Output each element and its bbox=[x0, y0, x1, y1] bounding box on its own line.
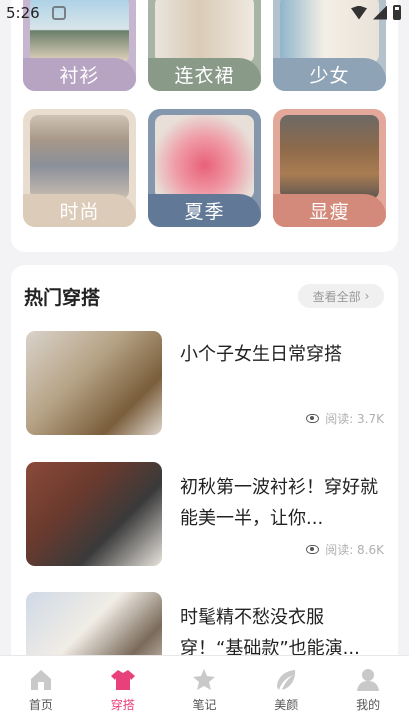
article-thumbnail bbox=[26, 331, 162, 435]
status-time: 5:26 bbox=[6, 4, 40, 22]
category-label: 显瘦 bbox=[273, 194, 386, 227]
article-views: 阅读: 8.6K bbox=[306, 541, 384, 558]
category-grid: 衬衫 连衣裙 少女 时尚 夏季 显瘦 bbox=[11, 0, 398, 252]
article-item[interactable]: 初秋第一波衬衫！穿好就能美一半，让你... 阅读: 8.6K bbox=[26, 462, 386, 566]
note-icon bbox=[193, 669, 216, 690]
article-views: 阅读: 3.7K bbox=[306, 410, 384, 427]
category-image bbox=[280, 115, 379, 199]
views-count: 阅读: 3.7K bbox=[325, 412, 384, 426]
eye-icon bbox=[306, 414, 320, 423]
notification-icon bbox=[52, 6, 66, 20]
section-title: 热门穿搭 bbox=[24, 287, 101, 309]
eye-icon bbox=[306, 545, 320, 554]
see-all-label: 查看全部 bbox=[312, 289, 361, 304]
see-all-button[interactable]: 查看全部 › bbox=[298, 284, 384, 308]
tab-notes[interactable]: 笔记 bbox=[164, 656, 246, 728]
tab-label: 穿搭 bbox=[110, 698, 135, 712]
tab-label: 笔记 bbox=[192, 698, 217, 712]
category-label: 少女 bbox=[273, 58, 386, 91]
category-label: 时尚 bbox=[23, 194, 136, 227]
tab-beauty[interactable]: 美颜 bbox=[245, 656, 327, 728]
cellular-icon bbox=[373, 5, 387, 20]
tab-profile[interactable]: 我的 bbox=[327, 656, 409, 728]
views-count: 阅读: 8.6K bbox=[325, 543, 384, 557]
outfit-icon bbox=[110, 670, 135, 690]
tab-home[interactable]: 首页 bbox=[0, 656, 82, 728]
home-icon bbox=[30, 670, 51, 690]
category-tile-slim[interactable]: 显瘦 bbox=[273, 109, 386, 227]
article-thumbnail bbox=[26, 462, 162, 566]
profile-icon bbox=[357, 669, 380, 691]
article-item[interactable]: 小个子女生日常穿搭 阅读: 3.7K bbox=[26, 331, 386, 435]
category-label: 连衣裙 bbox=[148, 58, 261, 91]
article-title: 初秋第一波衬衫！穿好就能美一半，让你... bbox=[180, 477, 378, 529]
category-label: 夏季 bbox=[148, 194, 261, 227]
tab-label: 首页 bbox=[28, 698, 53, 712]
tab-label: 我的 bbox=[356, 698, 381, 712]
category-image bbox=[30, 115, 129, 199]
wifi-icon bbox=[351, 5, 367, 20]
tab-label: 美颜 bbox=[274, 698, 299, 712]
category-image bbox=[155, 115, 254, 199]
category-tile-fashion[interactable]: 时尚 bbox=[23, 109, 136, 227]
battery-icon bbox=[393, 5, 401, 20]
tab-outfit[interactable]: 穿搭 bbox=[82, 656, 164, 728]
category-tile-summer[interactable]: 夏季 bbox=[148, 109, 261, 227]
category-label: 衬衫 bbox=[23, 58, 136, 91]
chevron-right-icon: › bbox=[364, 289, 370, 303]
bottom-tab-bar: 首页 穿搭 笔记 美颜 我的 bbox=[0, 655, 409, 728]
status-bar: 5:26 bbox=[0, 0, 409, 28]
beauty-icon bbox=[277, 670, 296, 690]
article-title: 小个子女生日常穿搭 bbox=[180, 344, 342, 365]
